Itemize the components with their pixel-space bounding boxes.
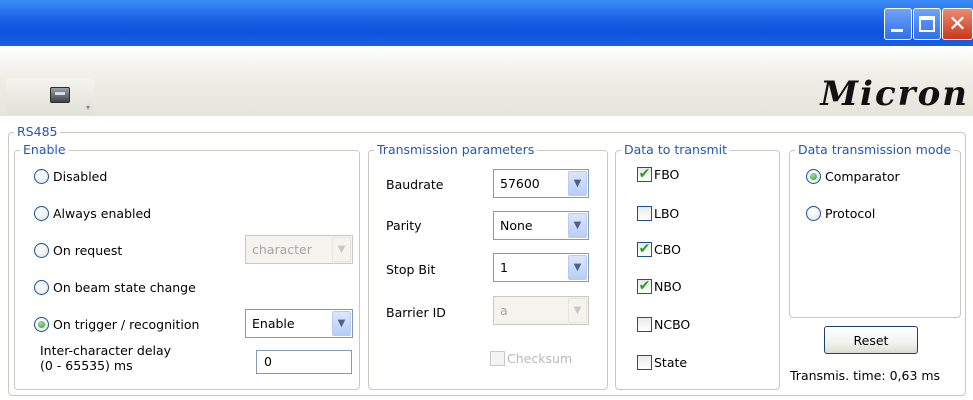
title-bar: ✕ bbox=[0, 0, 973, 46]
data-to-transmit-group-title: Data to transmit bbox=[621, 142, 731, 158]
radio-on-trigger-recognition[interactable]: On trigger / recognition bbox=[34, 314, 199, 334]
baudrate-select[interactable]: 57600 ▼ bbox=[493, 169, 589, 198]
close-icon: ✕ bbox=[948, 12, 967, 37]
checkbox-label: FBO bbox=[654, 166, 680, 182]
radio-label: On beam state change bbox=[53, 279, 196, 295]
delay-label: Inter-character delay (0 - 65535) ms bbox=[40, 343, 171, 373]
maximize-icon bbox=[919, 16, 935, 32]
radio-button[interactable] bbox=[806, 168, 821, 184]
on-request-select[interactable]: character ▼ bbox=[245, 235, 353, 264]
radio-button[interactable] bbox=[34, 168, 49, 184]
checkbox-state[interactable]: State bbox=[637, 352, 687, 372]
checkbox[interactable] bbox=[637, 354, 652, 370]
delay-label-line1: Inter-character delay bbox=[40, 343, 172, 358]
chevron-down-icon: ▾ bbox=[86, 103, 91, 112]
rs485-group-title: RS485 bbox=[14, 124, 61, 140]
baudrate-label: Baudrate bbox=[386, 177, 444, 192]
radio-button[interactable] bbox=[34, 205, 49, 221]
checkbox[interactable]: ✔ bbox=[637, 278, 652, 294]
chevron-down-icon[interactable]: ▼ bbox=[332, 237, 351, 262]
radio-on-request[interactable]: On request bbox=[34, 240, 122, 260]
radio-disabled[interactable]: Disabled bbox=[34, 166, 107, 186]
minimize-button[interactable] bbox=[884, 8, 912, 40]
checkbox-label: LBO bbox=[654, 205, 680, 221]
radio-button[interactable] bbox=[34, 242, 49, 258]
checksum-checkbox[interactable]: Checksum bbox=[490, 348, 572, 368]
stopbit-select[interactable]: 1 ▼ bbox=[493, 253, 589, 282]
radio-label: Always enabled bbox=[53, 205, 152, 221]
checkbox-label: CBO bbox=[654, 241, 681, 257]
radio-on-beam-state-change[interactable]: On beam state change bbox=[34, 277, 196, 297]
checkbox-label: Checksum bbox=[507, 350, 573, 366]
chevron-down-icon[interactable]: ▼ bbox=[568, 298, 587, 323]
select-value: Enable bbox=[252, 316, 295, 331]
radio-label: On trigger / recognition bbox=[53, 316, 200, 332]
minimize-icon bbox=[891, 29, 903, 32]
select-value: a bbox=[500, 303, 508, 318]
radio-comparator[interactable]: Comparator bbox=[806, 166, 900, 186]
chevron-down-icon[interactable]: ▼ bbox=[332, 311, 351, 336]
delay-label-line2: (0 - 65535) ms bbox=[40, 358, 133, 373]
chevron-down-icon[interactable]: ▼ bbox=[568, 213, 587, 238]
delay-input[interactable]: 0 bbox=[256, 350, 352, 374]
parity-label: Parity bbox=[386, 218, 422, 233]
checkbox[interactable] bbox=[490, 350, 505, 366]
barrier-id-select[interactable]: a ▼ bbox=[493, 296, 589, 325]
trigger-select[interactable]: Enable ▼ bbox=[245, 309, 353, 338]
chevron-down-icon[interactable]: ▼ bbox=[568, 171, 587, 196]
checkbox-ncbo[interactable]: NCBO bbox=[637, 314, 690, 334]
device-icon bbox=[50, 87, 70, 103]
parity-select[interactable]: None ▼ bbox=[493, 211, 589, 240]
checkbox-lbo[interactable]: LBO bbox=[637, 203, 679, 223]
chevron-down-icon[interactable]: ▼ bbox=[568, 255, 587, 280]
checkbox-nbo[interactable]: ✔ NBO bbox=[637, 276, 682, 296]
close-button[interactable]: ✕ bbox=[942, 8, 973, 40]
checkbox-label: NBO bbox=[654, 278, 682, 294]
enable-group-title: Enable bbox=[20, 142, 69, 158]
transmission-mode-group-title: Data transmission mode bbox=[795, 142, 955, 158]
checkbox[interactable] bbox=[637, 316, 652, 332]
radio-label: Comparator bbox=[825, 168, 900, 184]
stopbit-label: Stop Bit bbox=[386, 262, 436, 277]
transmission-time: Transmis. time: 0,63 ms bbox=[790, 368, 941, 383]
radio-label: On request bbox=[53, 242, 123, 258]
checkbox-label: NCBO bbox=[654, 316, 691, 332]
checkbox[interactable]: ✔ bbox=[637, 166, 652, 182]
checkbox-cbo[interactable]: ✔ CBO bbox=[637, 239, 681, 259]
reset-button[interactable]: Reset bbox=[824, 326, 918, 354]
select-value: character bbox=[252, 242, 312, 257]
checkbox-label: State bbox=[654, 354, 688, 370]
device-menu-button[interactable]: ▾ bbox=[6, 78, 94, 114]
select-value: 1 bbox=[500, 260, 508, 275]
radio-label: Disabled bbox=[53, 168, 108, 184]
radio-protocol[interactable]: Protocol bbox=[806, 203, 875, 223]
radio-button[interactable] bbox=[806, 205, 821, 221]
checkbox[interactable] bbox=[637, 205, 652, 221]
radio-always-enabled[interactable]: Always enabled bbox=[34, 203, 151, 223]
select-value: None bbox=[500, 218, 533, 233]
maximize-button[interactable] bbox=[913, 8, 941, 40]
radio-button[interactable] bbox=[34, 316, 49, 332]
radio-label: Protocol bbox=[825, 205, 876, 221]
select-value: 57600 bbox=[500, 176, 540, 191]
transmission-group-title: Transmission parameters bbox=[374, 142, 538, 158]
brand-logo: Micron bbox=[820, 74, 969, 114]
barrier-id-label: Barrier ID bbox=[386, 305, 446, 320]
radio-button[interactable] bbox=[34, 279, 49, 295]
checkbox-fbo[interactable]: ✔ FBO bbox=[637, 164, 679, 184]
checkbox[interactable]: ✔ bbox=[637, 241, 652, 257]
